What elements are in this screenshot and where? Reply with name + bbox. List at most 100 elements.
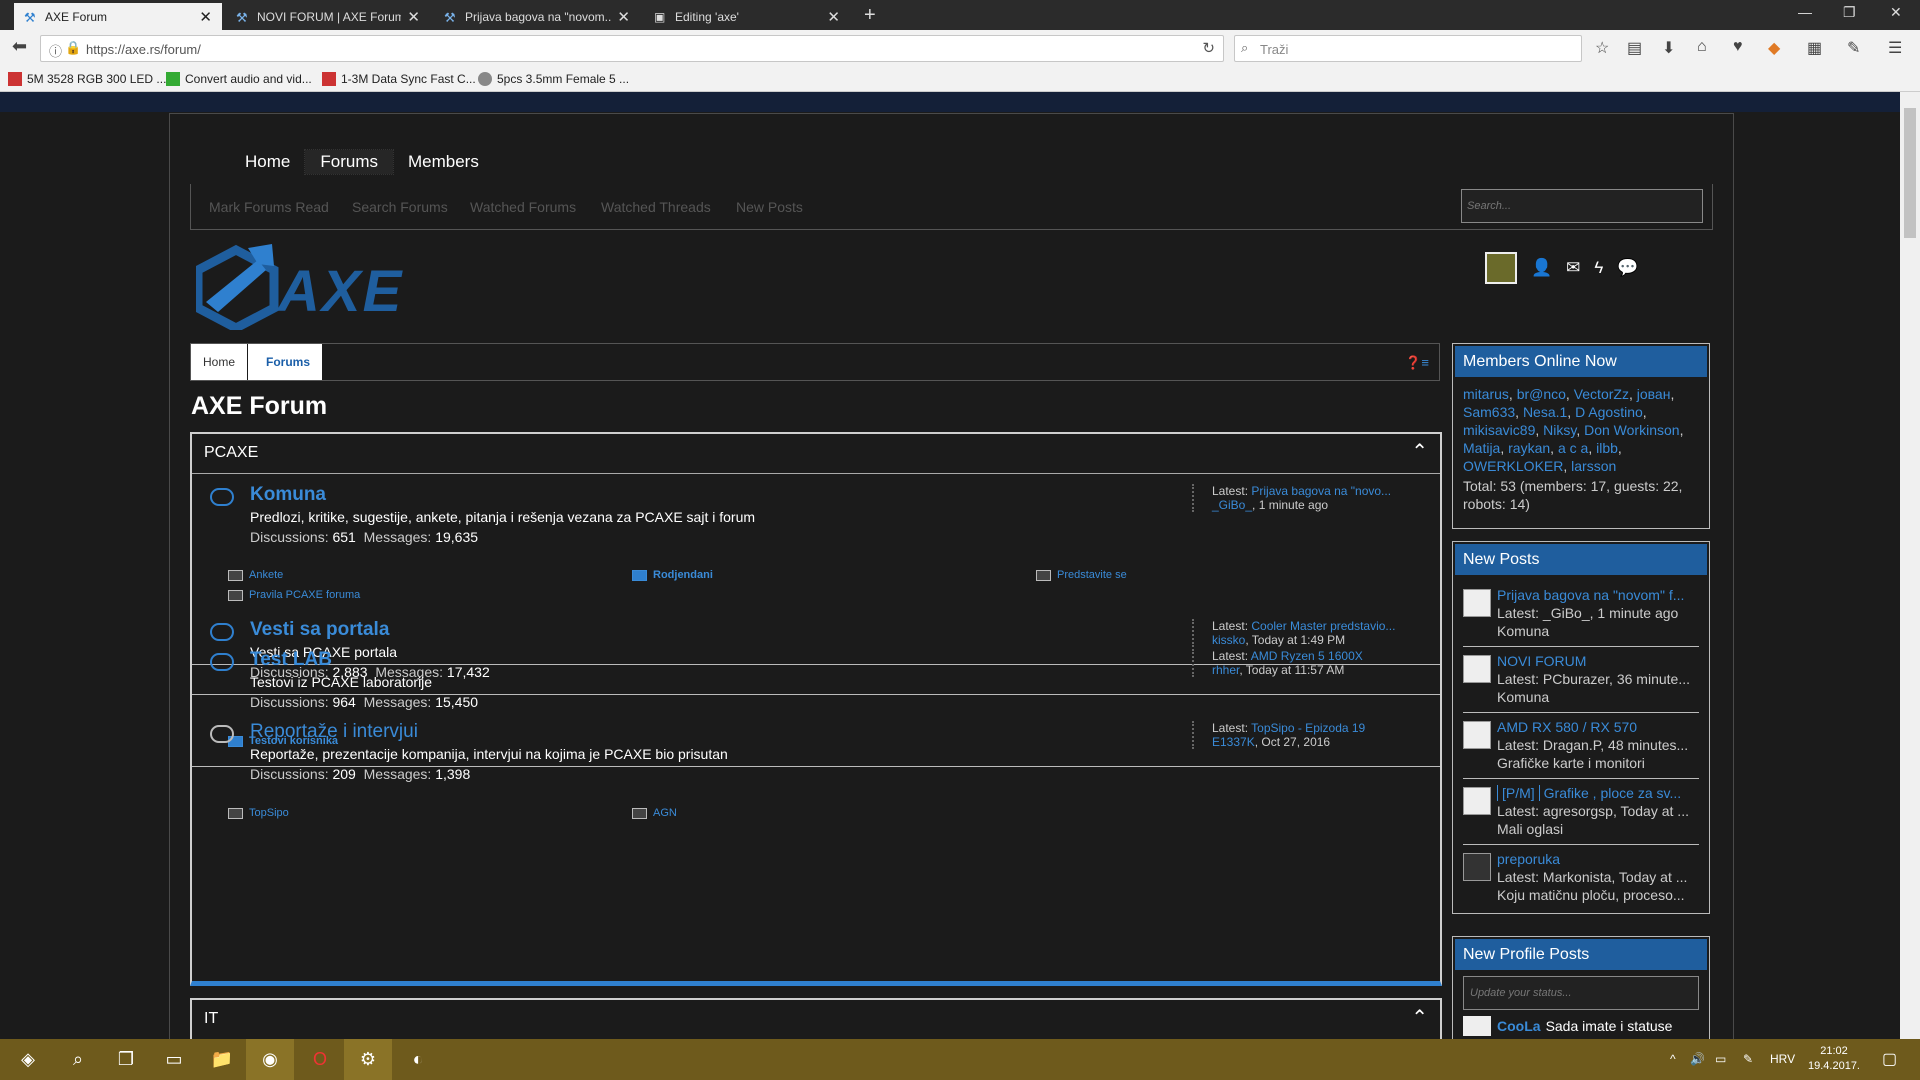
restore-icon[interactable]: ❐ (1843, 4, 1856, 21)
tray-expand-icon[interactable]: ^ (1670, 1052, 1676, 1066)
online-member-link[interactable]: br@nco (1517, 386, 1566, 402)
watched-threads-link[interactable]: Watched Threads (601, 199, 711, 215)
close-tab-icon[interactable]: ✕ (617, 8, 630, 26)
tab-editing-axe[interactable]: ▣ Editing 'axe' ✕ (644, 3, 850, 30)
avatar[interactable] (1485, 252, 1517, 284)
online-member-link[interactable]: D Agostino (1575, 404, 1643, 420)
scrollbar-thumb[interactable] (1904, 108, 1916, 238)
pen-icon[interactable]: ✎ (1743, 1052, 1753, 1066)
latest-thread-link[interactable]: Prijava bagova na "novo... (1251, 484, 1391, 498)
address-bar[interactable]: ⓘ 🔒 https://axe.rs/forum/ ↻ (40, 35, 1224, 62)
forum-title[interactable]: Reportaže i intervjui (250, 721, 418, 743)
inbox-icon[interactable]: ✉ (1566, 258, 1580, 278)
alerts-icon[interactable]: ϟ (1594, 258, 1603, 278)
online-member-link[interactable]: Don Workinson (1584, 422, 1679, 438)
collapse-icon[interactable]: ⌃ (1411, 439, 1428, 464)
close-tab-icon[interactable]: ✕ (407, 8, 420, 26)
online-member-link[interactable]: Sam633 (1463, 404, 1515, 420)
action-center-icon[interactable]: ▢ (1882, 1049, 1897, 1069)
latest-thread-link[interactable]: AMD Ryzen 5 1600X (1251, 649, 1363, 663)
nav-home[interactable]: Home (230, 150, 305, 174)
close-window-icon[interactable]: ✕ (1890, 4, 1902, 21)
search-icon[interactable]: ⌕ (54, 1039, 102, 1080)
task-view-icon[interactable]: ❐ (102, 1039, 150, 1080)
new-post-item[interactable]: AMD RX 580 / RX 570 Latest: Dragan.P, 48… (1463, 713, 1699, 779)
online-member-link[interactable]: mikisavic89 (1463, 422, 1535, 438)
extension-tool-icon[interactable]: ✎ (1847, 38, 1860, 58)
online-member-link[interactable]: raykan (1508, 440, 1550, 456)
new-posts-link[interactable]: New Posts (736, 199, 803, 215)
new-post-item[interactable]: Prijava bagova na "novom" f... Latest: _… (1463, 581, 1699, 647)
online-member-link[interactable]: mitarus (1463, 386, 1509, 402)
site-search-input[interactable]: Search... (1461, 189, 1703, 223)
page-scrollbar[interactable] (1900, 92, 1920, 1039)
file-explorer-icon[interactable]: 📁 (198, 1039, 246, 1080)
new-post-item[interactable]: [P/M] Grafike , ploce za sv... Latest: ag… (1463, 779, 1699, 845)
watched-forums-link[interactable]: Watched Forums (470, 199, 576, 215)
subforum-link[interactable]: Pravila PCAXE foruma (228, 589, 360, 601)
profile-user-link[interactable]: CooLa (1497, 1018, 1541, 1034)
new-post-item[interactable]: preporuka Latest: Markonista, Today at .… (1463, 845, 1699, 911)
online-member-link[interactable]: a c a (1558, 440, 1588, 456)
screenshot-icon[interactable]: ▦ (1807, 38, 1822, 58)
start-icon[interactable]: ◈ (4, 1039, 52, 1080)
help-icon[interactable]: ❓≡ (1405, 355, 1429, 371)
subforum-link[interactable]: AGN (632, 807, 677, 819)
downloads-icon[interactable]: ⬇ (1662, 38, 1675, 58)
latest-user-link[interactable]: E1337K (1212, 735, 1255, 749)
new-post-item[interactable]: NOVI FORUM Latest: PCburazer, 36 minute.… (1463, 647, 1699, 713)
reading-list-icon[interactable]: ▤ (1627, 38, 1642, 58)
forum-title[interactable]: Vesti sa portala (250, 619, 389, 641)
tab-prijava-bagova[interactable]: ⚒ Prijava bagova na "novom... ✕ (434, 3, 640, 30)
category-title[interactable]: IT (204, 1010, 218, 1028)
reload-icon[interactable]: ↻ (1202, 39, 1215, 57)
steam-icon[interactable]: ⚙ (344, 1039, 392, 1080)
bookmark-star-icon[interactable]: ☆ (1595, 38, 1609, 58)
back-icon[interactable]: ⬅ (12, 36, 27, 57)
online-member-link[interactable]: Matija (1463, 440, 1500, 456)
tab-novi-forum[interactable]: ⚒ NOVI FORUM | AXE Forum ✕ (226, 3, 430, 30)
network-icon[interactable]: ▭ (1715, 1052, 1726, 1066)
breadcrumb-forums[interactable]: Forums (248, 344, 323, 380)
new-tab-button[interactable]: + (864, 4, 876, 27)
online-member-link[interactable]: Niksy (1543, 422, 1576, 438)
browser-search-input[interactable]: ⌕ Traži (1234, 35, 1582, 62)
online-member-link[interactable]: Nesa.1 (1523, 404, 1567, 420)
firefox-icon[interactable]: ◉ (246, 1039, 294, 1080)
online-member-link[interactable]: larsson (1571, 458, 1616, 474)
language-indicator[interactable]: HRV (1770, 1052, 1795, 1066)
opera-icon[interactable]: O (296, 1039, 344, 1080)
bookmark-item[interactable]: 5pcs 3.5mm Female 5 ... (478, 72, 629, 86)
home-icon[interactable]: ⌂ (1697, 38, 1707, 56)
nav-forums[interactable]: Forums (304, 149, 394, 175)
conversations-icon[interactable]: 💬 (1617, 258, 1638, 278)
profile-icon[interactable]: 👤 (1531, 258, 1552, 278)
subforum-link[interactable]: TopSipo (228, 807, 289, 819)
online-member-link[interactable]: OWERKLOKER (1463, 458, 1563, 474)
app-globe-icon[interactable]: ◐ (394, 1039, 442, 1080)
extension-icon[interactable]: ◆ (1768, 38, 1780, 58)
volume-icon[interactable]: 🔊 (1690, 1052, 1705, 1066)
breadcrumb-home[interactable]: Home (191, 344, 248, 380)
axe-logo[interactable]: AXE (193, 240, 436, 335)
subforum-link[interactable]: Rodjendani (632, 569, 713, 581)
latest-thread-link[interactable]: Cooler Master predstavio... (1251, 619, 1395, 633)
app-icon[interactable]: ▭ (150, 1039, 198, 1080)
status-input[interactable]: Update your status... (1463, 976, 1699, 1010)
bookmark-item[interactable]: 5M 3528 RGB 300 LED ... (8, 72, 166, 86)
latest-user-link[interactable]: _GiBo_ (1212, 498, 1252, 512)
bookmark-item[interactable]: Convert audio and vid... (166, 72, 312, 86)
pocket-icon[interactable]: ♥ (1733, 38, 1743, 56)
forum-title[interactable]: Test LAB (250, 649, 332, 671)
menu-icon[interactable]: ☰ (1888, 38, 1902, 58)
info-icon[interactable]: ⓘ (49, 41, 62, 60)
bookmark-item[interactable]: 1-3M Data Sync Fast C... (322, 72, 476, 86)
clock[interactable]: 21:02 19.4.2017. (1808, 1044, 1860, 1074)
close-tab-icon[interactable]: ✕ (827, 8, 840, 26)
online-member-link[interactable]: јован (1637, 386, 1671, 402)
mark-forums-read-link[interactable]: Mark Forums Read (209, 199, 329, 215)
online-member-link[interactable]: ilbb (1596, 440, 1618, 456)
collapse-icon[interactable]: ⌃ (1411, 1005, 1428, 1030)
latest-thread-link[interactable]: TopSipo - Epizoda 19 (1251, 721, 1365, 735)
subforum-link[interactable]: Predstavite se (1036, 569, 1127, 581)
